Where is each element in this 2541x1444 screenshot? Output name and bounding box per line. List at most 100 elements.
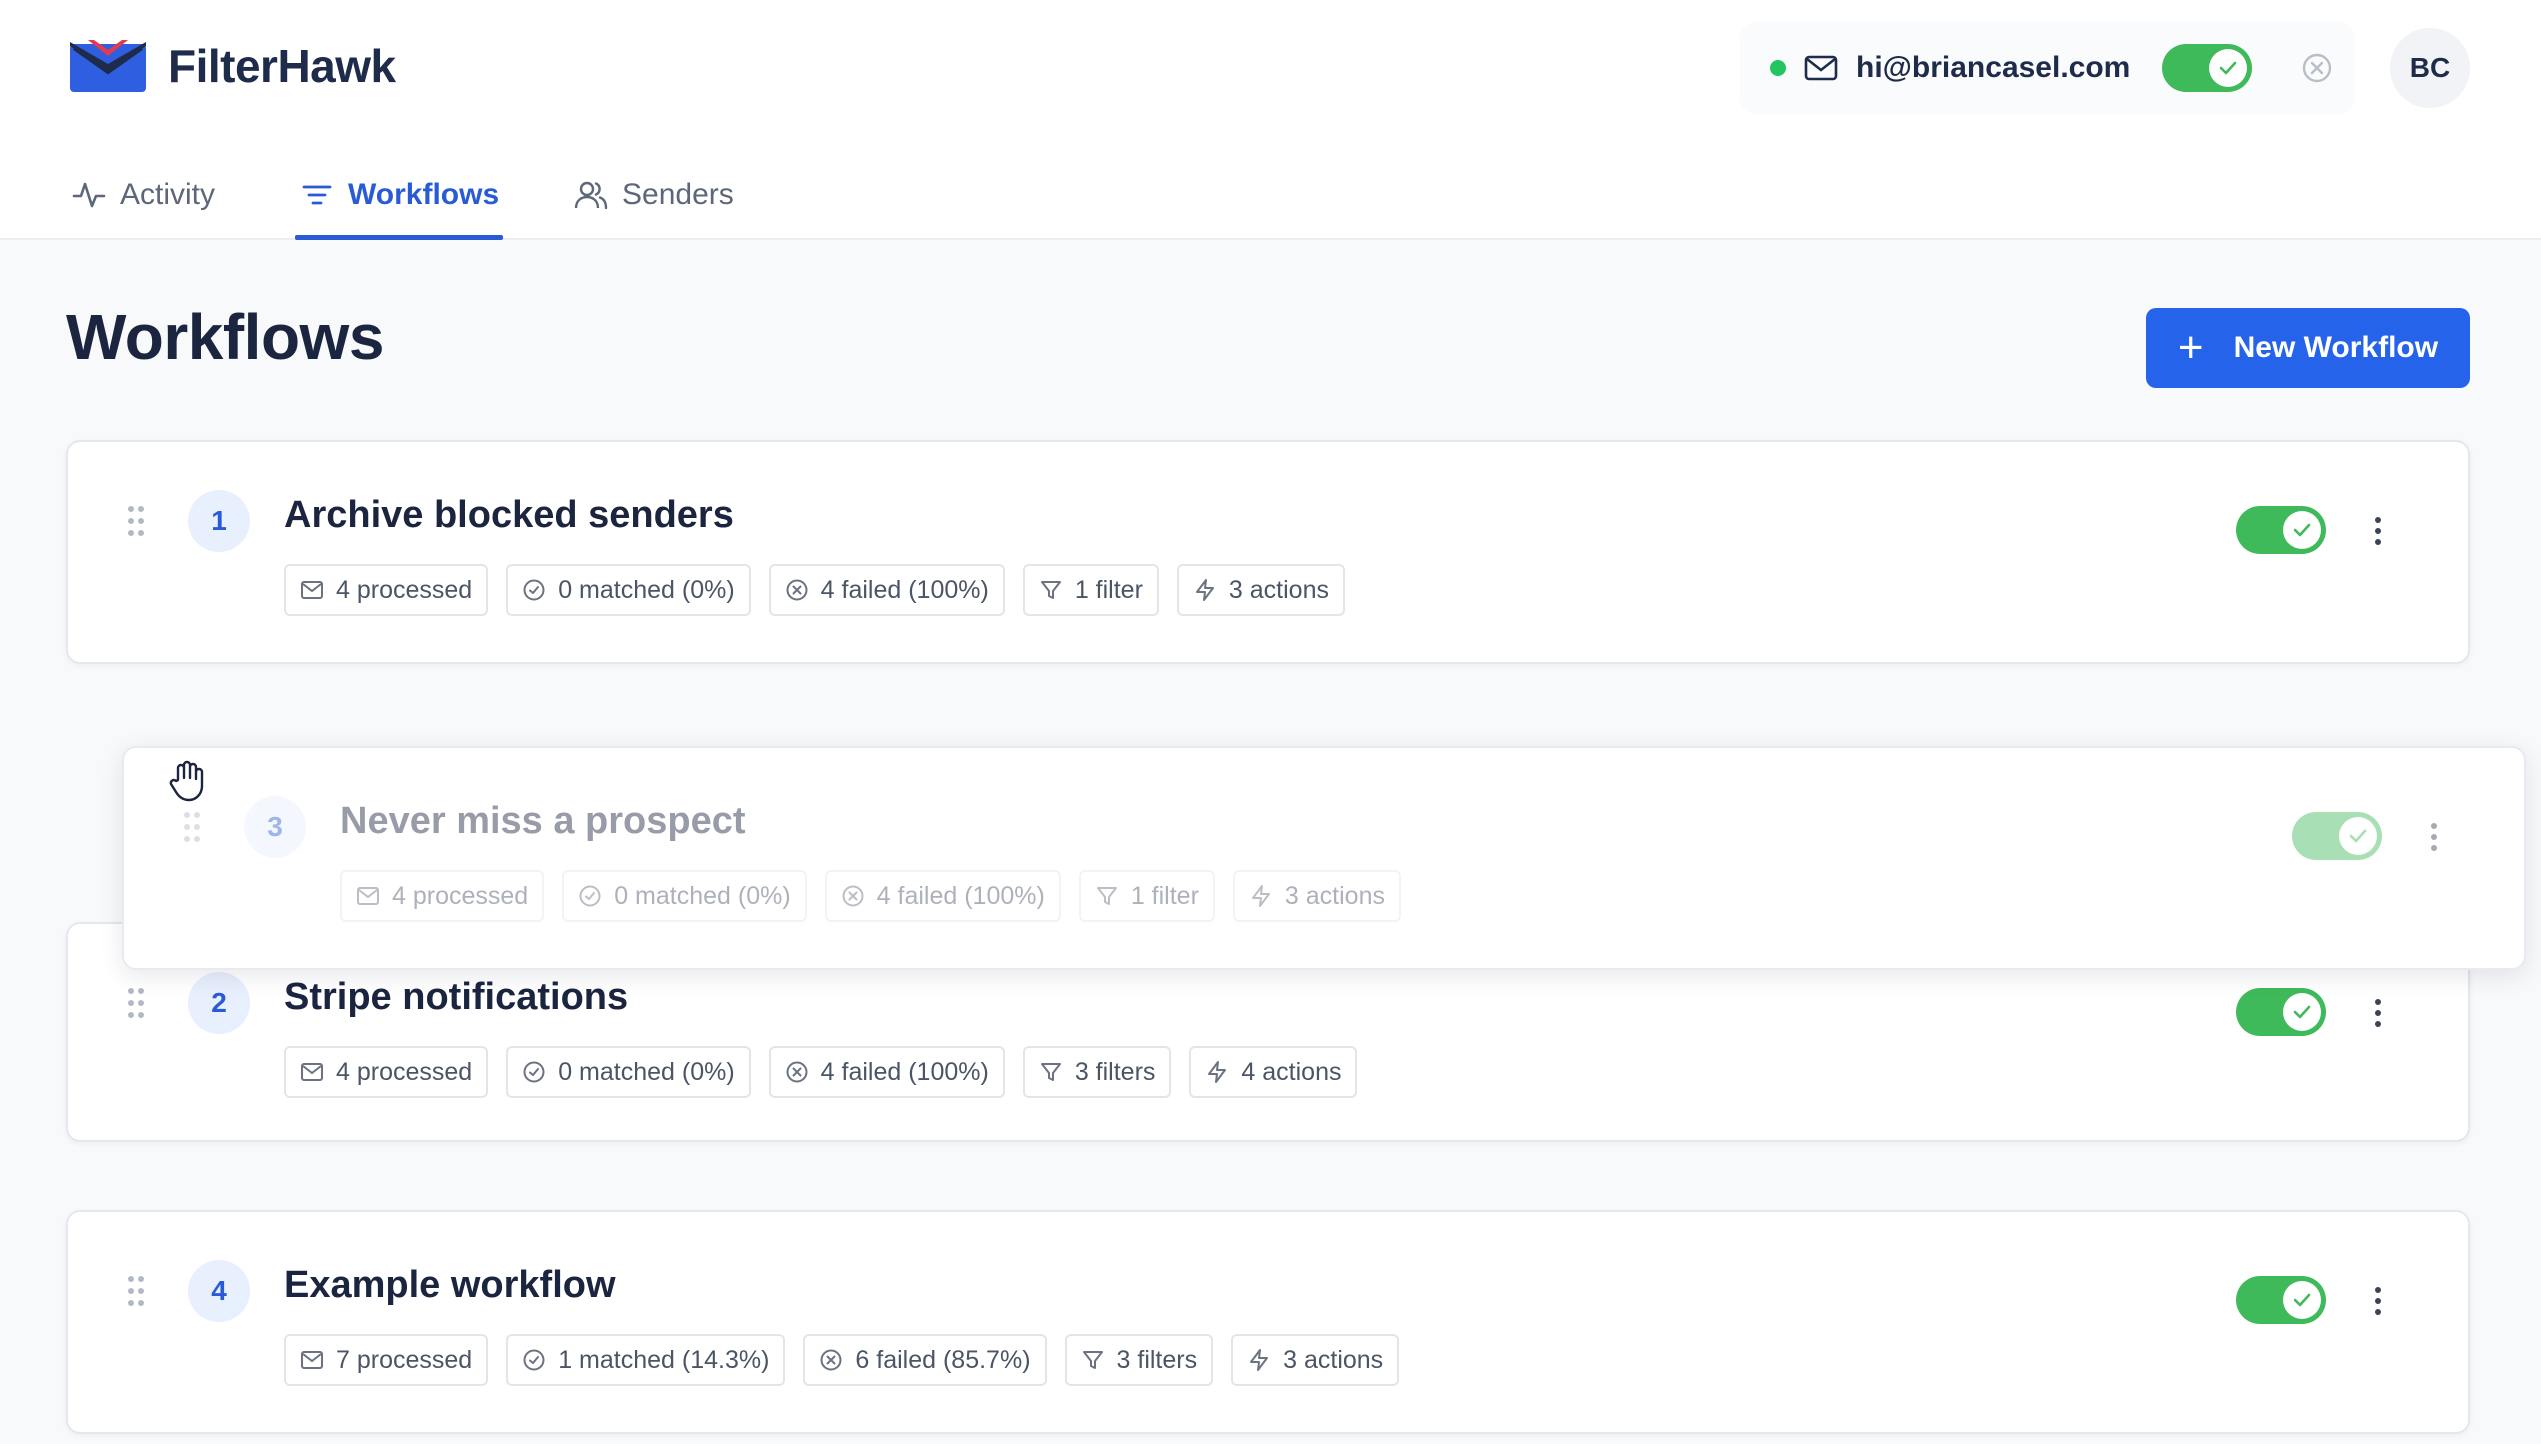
check-icon	[2349, 829, 2367, 843]
app-logo[interactable]: FilterHawk	[68, 38, 396, 94]
mail-icon	[301, 581, 323, 599]
top-header: FilterHawk hi@briancasel.com BC Activity…	[0, 0, 2541, 240]
processed-chip: 4 processed	[284, 1046, 489, 1098]
chip-label: 6 failed (85.7%)	[855, 1345, 1031, 1374]
chip-label: 1 matched (14.3%)	[558, 1345, 770, 1374]
tab-label: Activity	[120, 178, 216, 211]
filter-icon	[1040, 581, 1061, 599]
filter-icon	[1082, 1351, 1103, 1369]
workflow-enabled-toggle[interactable]	[2236, 506, 2326, 554]
x-circle-icon	[786, 579, 808, 601]
workflow-title[interactable]: Archive blocked senders	[284, 494, 734, 537]
more-options-icon[interactable]	[2372, 1286, 2384, 1316]
tab-senders[interactable]: Senders	[574, 150, 734, 240]
filters-chip: 1 filter	[1022, 564, 1159, 616]
account-email: hi@briancasel.com	[1856, 51, 2131, 84]
processed-chip: 7 processed	[284, 1334, 489, 1386]
chip-label: 4 processed	[336, 575, 473, 604]
workflow-card-dragging[interactable]: 3 Never miss a prospect 4 processed 0 ma…	[122, 746, 2526, 970]
chip-label: 4 failed (100%)	[820, 575, 989, 604]
workflow-order-badge: 4	[188, 1260, 250, 1322]
toggle-knob	[2283, 993, 2321, 1031]
filters-chip: 3 filters	[1064, 1334, 1214, 1386]
toggle-knob	[2283, 1281, 2321, 1319]
filter-lines-icon	[302, 185, 332, 205]
drag-handle-icon[interactable]	[126, 986, 146, 1020]
actions-chip: 3 actions	[1176, 564, 1345, 616]
chip-label: 0 matched (0%)	[558, 575, 735, 604]
filterhawk-logo-icon	[70, 40, 146, 92]
app-name: FilterHawk	[168, 40, 396, 92]
mail-icon	[357, 887, 379, 905]
x-circle-icon	[842, 885, 864, 907]
filters-chip: 1 filter	[1078, 870, 1215, 922]
x-circle-icon	[820, 1349, 842, 1371]
mail-icon	[301, 1063, 323, 1081]
user-avatar[interactable]: BC	[2390, 28, 2470, 108]
lightning-icon	[1195, 579, 1214, 601]
check-icon	[2293, 1005, 2311, 1019]
lightning-icon	[1250, 1349, 1269, 1371]
check-icon	[2220, 61, 2237, 75]
chip-label: 3 actions	[1228, 575, 1329, 604]
more-options-icon[interactable]	[2428, 822, 2440, 852]
chip-label: 0 matched (0%)	[614, 881, 791, 910]
matched-chip: 0 matched (0%)	[506, 564, 751, 616]
workflow-stats: 4 processed 0 matched (0%) 4 failed (100…	[340, 870, 1401, 922]
check-icon	[2293, 523, 2311, 537]
tab-activity[interactable]: Activity	[72, 150, 215, 240]
workflow-title[interactable]: Example workflow	[284, 1264, 616, 1307]
chip-label: 4 processed	[392, 881, 529, 910]
account-connection: hi@briancasel.com	[1740, 22, 2355, 114]
mail-icon	[1804, 55, 1838, 81]
workflow-enabled-toggle[interactable]	[2292, 812, 2382, 860]
lightning-icon	[1208, 1061, 1227, 1083]
mail-icon	[301, 1351, 323, 1369]
workflow-enabled-toggle[interactable]	[2236, 988, 2326, 1036]
tab-workflows[interactable]: Workflows	[300, 150, 499, 240]
chip-label: 4 actions	[1241, 1057, 1342, 1086]
actions-chip: 3 actions	[1232, 870, 1401, 922]
new-workflow-button[interactable]: + New Workflow	[2146, 308, 2470, 388]
drag-handle-icon[interactable]	[126, 1274, 146, 1308]
check-circle-icon	[579, 885, 601, 907]
filter-icon	[1096, 887, 1117, 905]
workflow-title[interactable]: Never miss a prospect	[340, 800, 746, 843]
tab-label: Senders	[622, 178, 734, 211]
activity-icon	[72, 182, 106, 208]
workflow-card[interactable]: 1 Archive blocked senders 4 processed 0 …	[66, 440, 2470, 664]
matched-chip: 1 matched (14.3%)	[506, 1334, 786, 1386]
toggle-knob	[2209, 49, 2248, 87]
workflow-order-badge: 2	[188, 972, 250, 1034]
failed-chip: 4 failed (100%)	[768, 1046, 1005, 1098]
drag-handle-icon[interactable]	[182, 810, 202, 844]
workflow-stats: 7 processed 1 matched (14.3%) 6 failed (…	[284, 1334, 1400, 1386]
failed-chip: 6 failed (85.7%)	[803, 1334, 1047, 1386]
more-options-icon[interactable]	[2372, 516, 2384, 546]
toggle-knob	[2339, 817, 2377, 855]
chip-label: 3 actions	[1283, 1345, 1384, 1374]
workflow-stats: 4 processed 0 matched (0%) 4 failed (100…	[284, 564, 1345, 616]
chip-label: 3 filters	[1074, 1057, 1156, 1086]
account-enabled-toggle[interactable]	[2162, 44, 2253, 92]
toggle-knob	[2283, 511, 2321, 549]
check-circle-icon	[523, 1349, 545, 1371]
workflow-stats: 4 processed 0 matched (0%) 4 failed (100…	[284, 1046, 1358, 1098]
page-title: Workflows	[66, 301, 384, 373]
workflow-card[interactable]: 4 Example workflow 7 processed 1 matched…	[66, 1210, 2470, 1434]
workflow-enabled-toggle[interactable]	[2236, 1276, 2326, 1324]
lightning-icon	[1251, 885, 1270, 907]
new-workflow-label: New Workflow	[2233, 331, 2439, 364]
workflow-title[interactable]: Stripe notifications	[284, 976, 628, 1019]
workflow-order-badge: 1	[188, 490, 250, 552]
actions-chip: 4 actions	[1189, 1046, 1358, 1098]
chip-label: 4 failed (100%)	[820, 1057, 989, 1086]
drag-handle-icon[interactable]	[126, 504, 146, 538]
disconnect-icon[interactable]	[2300, 51, 2334, 85]
active-tab-indicator	[295, 235, 503, 240]
more-options-icon[interactable]	[2372, 998, 2384, 1028]
check-circle-icon	[523, 579, 545, 601]
actions-chip: 3 actions	[1231, 1334, 1400, 1386]
chip-label: 4 processed	[336, 1057, 473, 1086]
chip-label: 4 failed (100%)	[876, 881, 1045, 910]
